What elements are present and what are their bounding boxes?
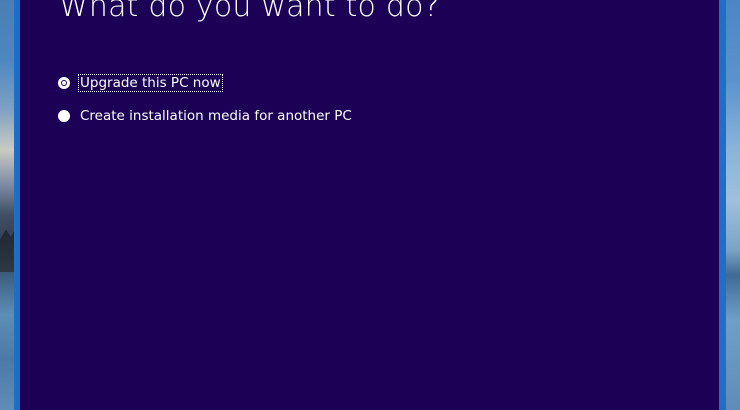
option-upgrade-this-pc[interactable]: Upgrade this PC now (58, 73, 223, 93)
option-create-installation-media[interactable]: Create installation media for another PC (58, 106, 353, 126)
setup-window: What do you want to do? Upgrade this PC … (14, 0, 726, 410)
option-label-create-media[interactable]: Create installation media for another PC (79, 108, 353, 124)
radio-button-upgrade[interactable] (58, 77, 70, 89)
radio-button-create-media[interactable] (58, 110, 70, 122)
option-label-upgrade[interactable]: Upgrade this PC now (78, 74, 223, 92)
page-title: What do you want to do? (59, 0, 440, 24)
setup-window-content: What do you want to do? Upgrade this PC … (20, 0, 719, 410)
desktop: What do you want to do? Upgrade this PC … (0, 0, 740, 410)
